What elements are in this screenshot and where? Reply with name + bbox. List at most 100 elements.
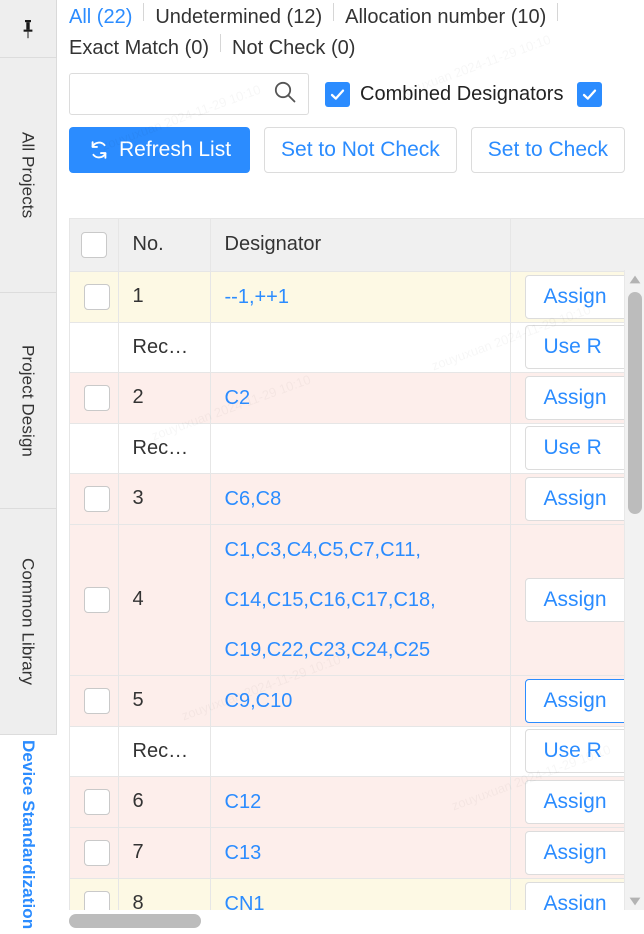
sidebar-item-device-standardization[interactable]: Device Standardization [0, 735, 57, 934]
table-row[interactable]: Rec… Use R [70, 322, 644, 373]
row-select-cell [70, 473, 119, 525]
table-row[interactable]: 5 C9,C10 Assign [70, 675, 644, 727]
combined-designators-checkbox[interactable] [325, 81, 350, 107]
search-row: Combined Designators [69, 72, 644, 116]
filter-tab-not-check[interactable]: Not Check (0) [232, 33, 355, 64]
refresh-icon [88, 139, 110, 161]
table-body: 1 --1,++1 Assign Rec… Use R 2 C2 Assign … [70, 271, 644, 910]
set-to-check-button[interactable]: Set to Check [470, 127, 626, 173]
row-designator: CN1 [210, 878, 511, 910]
table-row[interactable]: 4 C1,C3,C4,C5,C7,C11, C14,C15,C16,C17,C1… [70, 524, 644, 676]
row-checkbox[interactable] [84, 384, 110, 411]
table-row[interactable]: 1 --1,++1 Assign [70, 271, 644, 323]
pushpin-icon [20, 18, 36, 40]
sidebar-item-all-projects[interactable]: All Projects [0, 58, 57, 293]
combined-designators-field: Combined Designators [325, 81, 564, 107]
column-header-designator[interactable]: Designator [210, 219, 511, 272]
row-select-cell [70, 372, 119, 424]
filter-separator [220, 33, 222, 52]
row-no: 4 [118, 524, 211, 676]
designator-table-container: No. Designator Operation 1 --1,++1 Assig… [69, 218, 644, 910]
filter-tab-all[interactable]: All (22) [69, 2, 132, 33]
row-checkbox[interactable] [84, 586, 110, 613]
rail-tab-list: All Projects Project Design Common Libra… [0, 57, 57, 934]
row-no: 2 [118, 372, 211, 424]
vertical-scroll-thumb[interactable] [628, 292, 642, 514]
sidebar-item-project-design[interactable]: Project Design [0, 293, 57, 509]
sidebar-item-label: Common Library [18, 557, 38, 686]
row-checkbox[interactable] [84, 890, 110, 910]
row-checkbox[interactable] [84, 687, 110, 714]
filter-separator [557, 2, 559, 21]
table-vertical-scrollbar[interactable] [624, 270, 644, 910]
filter-separator [333, 2, 335, 21]
row-checkbox[interactable] [84, 283, 110, 310]
row-no: Rec… [118, 423, 211, 474]
row-select-cell [70, 726, 119, 777]
combined-designators-label: Combined Designators [360, 82, 564, 105]
search-box[interactable] [69, 73, 309, 115]
row-no: 7 [118, 827, 211, 879]
row-no: 3 [118, 473, 211, 525]
row-select-cell [70, 675, 119, 727]
table-header-row: No. Designator Operation [70, 219, 644, 272]
set-to-check-label: Set to Check [487, 138, 609, 161]
row-select-cell [70, 322, 119, 373]
row-designator: C1,C3,C4,C5,C7,C11, C14,C15,C16,C17,C18,… [210, 524, 511, 676]
select-all-header [70, 219, 119, 272]
filter-tab-undetermined[interactable]: Undetermined (12) [155, 2, 322, 33]
row-no: Rec… [118, 322, 211, 373]
designator-table: No. Designator Operation 1 --1,++1 Assig… [70, 219, 644, 910]
horizontal-scroll-thumb[interactable] [69, 914, 201, 928]
search-icon[interactable] [272, 79, 298, 110]
filter-separator [143, 2, 145, 21]
row-checkbox[interactable] [84, 788, 110, 815]
set-to-not-check-button[interactable]: Set to Not Check [264, 127, 457, 173]
table-header: No. Designator Operation [70, 219, 644, 272]
secondary-option-field [577, 81, 603, 107]
column-header-operation[interactable]: Operation [510, 219, 644, 272]
row-select-cell [70, 776, 119, 828]
row-no: Rec… [118, 726, 211, 777]
search-input[interactable] [82, 83, 268, 105]
row-no: 1 [118, 271, 211, 323]
row-designator [210, 322, 511, 373]
pin-button[interactable] [0, 0, 56, 57]
row-select-cell [70, 271, 119, 323]
row-select-cell [70, 524, 119, 676]
row-designator [210, 423, 511, 474]
select-all-checkbox[interactable] [80, 231, 107, 258]
row-select-cell [70, 827, 119, 879]
sidebar-item-label: Project Design [18, 344, 38, 457]
column-header-no[interactable]: No. [118, 219, 211, 272]
row-designator: C9,C10 [210, 675, 511, 727]
filter-tab-allocation-number[interactable]: Allocation number (10) [345, 2, 546, 33]
row-select-cell [70, 423, 119, 474]
sidebar-item-common-library[interactable]: Common Library [0, 509, 57, 735]
secondary-option-checkbox[interactable] [577, 81, 603, 107]
row-checkbox[interactable] [84, 485, 110, 512]
refresh-list-label: Refresh List [119, 138, 232, 161]
table-row[interactable]: Rec… Use R [70, 726, 644, 777]
row-no: 5 [118, 675, 211, 727]
table-row[interactable]: 3 C6,C8 Assign [70, 473, 644, 525]
filter-tab-bar: All (22) Undetermined (12) Allocation nu… [69, 0, 644, 64]
row-designator [210, 726, 511, 777]
set-to-not-check-label: Set to Not Check [281, 138, 440, 161]
left-tab-rail: All Projects Project Design Common Libra… [0, 0, 57, 934]
table-row[interactable]: 7 C13 Assign [70, 827, 644, 879]
table-row[interactable]: 6 C12 Assign [70, 776, 644, 828]
row-designator: --1,++1 [210, 271, 511, 323]
row-no: 8 [118, 878, 211, 910]
table-horizontal-scrollbar[interactable] [69, 914, 644, 928]
refresh-list-button[interactable]: Refresh List [69, 127, 251, 173]
table-row[interactable]: Rec… Use R [70, 423, 644, 474]
scroll-up-arrow-icon[interactable] [625, 270, 644, 288]
sidebar-item-label: All Projects [18, 131, 38, 219]
row-checkbox[interactable] [84, 839, 110, 866]
filter-tab-exact-match[interactable]: Exact Match (0) [69, 33, 209, 64]
main-pane: All (22) Undetermined (12) Allocation nu… [57, 0, 644, 934]
table-row[interactable]: 8 CN1 Assign [70, 878, 644, 910]
scroll-down-arrow-icon[interactable] [625, 892, 644, 910]
table-row[interactable]: 2 C2 Assign [70, 372, 644, 424]
